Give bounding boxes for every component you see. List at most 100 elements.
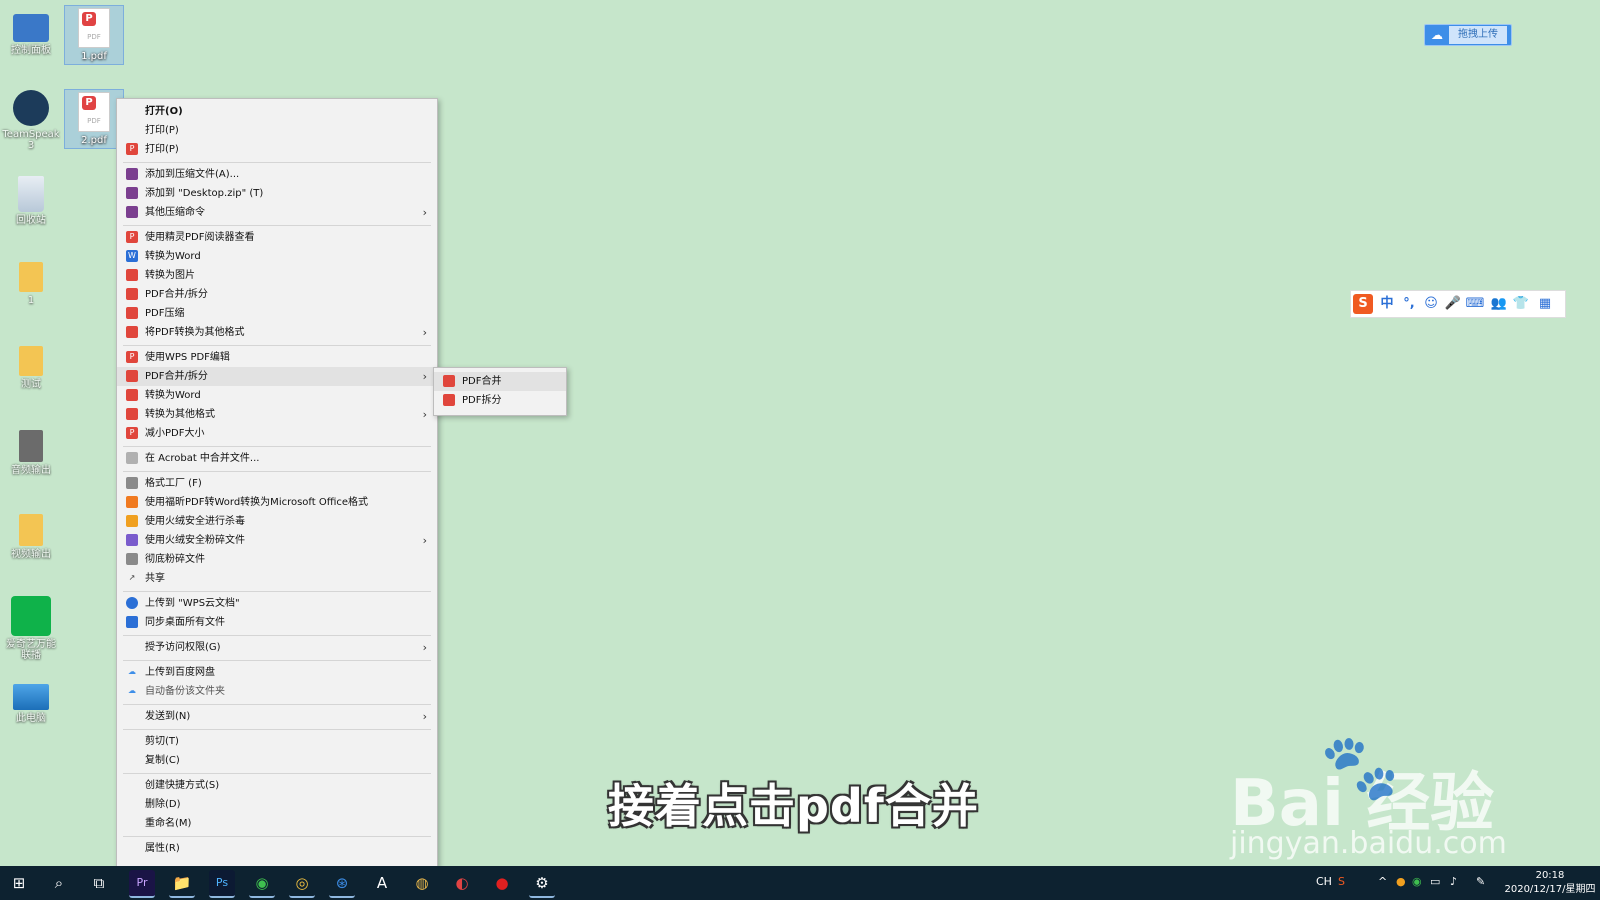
menu-item-sync-desktop[interactable]: 同步桌面所有文件 bbox=[117, 613, 437, 632]
menu-item-grant-access[interactable]: 授予访问权限(G) › bbox=[117, 638, 437, 657]
photoshop-icon[interactable]: Ps bbox=[209, 870, 235, 898]
menu-item-print-wps[interactable]: P 打印(P) bbox=[117, 140, 437, 159]
desktop-icon-2-pdf[interactable]: P PDF 2.pdf bbox=[64, 89, 124, 149]
shredder-icon bbox=[126, 534, 138, 546]
keyboard-icon[interactable]: ⌨ bbox=[1465, 294, 1485, 314]
menu-item-convert-word[interactable]: W 转换为Word bbox=[117, 247, 437, 266]
netease-music-icon[interactable]: ◐ bbox=[449, 870, 475, 896]
submenu-item-pdf-split[interactable]: PDF拆分 bbox=[434, 391, 566, 410]
winrar-icon bbox=[126, 168, 138, 180]
desktop-icon-folder-test[interactable]: 测试 bbox=[2, 346, 60, 390]
desktop-icon-iqiyi[interactable]: 爱奇艺万能联播 bbox=[2, 596, 60, 661]
search-icon[interactable]: ⌕ bbox=[46, 870, 72, 896]
menu-item-add-to-desktop-zip[interactable]: 添加到 "Desktop.zip" (T) bbox=[117, 184, 437, 203]
sogou-tray-icon[interactable]: S bbox=[1338, 875, 1345, 888]
chevron-right-icon: › bbox=[422, 326, 427, 339]
menu-item-print[interactable]: 打印(P) bbox=[117, 121, 437, 140]
tray-expand-icon[interactable]: ^ bbox=[1378, 875, 1387, 888]
submenu-item-pdf-merge[interactable]: PDF合并 bbox=[434, 372, 566, 391]
folder-icon bbox=[19, 262, 43, 292]
menu-item-create-shortcut[interactable]: 创建快捷方式(S) bbox=[117, 776, 437, 795]
menu-item-wps-pdf-merge-split[interactable]: PDF合并/拆分 › bbox=[117, 367, 437, 386]
desktop-icon-folder-1[interactable]: 1 bbox=[2, 262, 60, 306]
menu-item-auto-backup[interactable]: ☁ 自动备份该文件夹 bbox=[117, 682, 437, 701]
menu-item-convert-image[interactable]: 转换为图片 bbox=[117, 266, 437, 285]
submenu-pdf-merge-split: PDF合并 PDF拆分 bbox=[433, 367, 567, 416]
word-icon: W bbox=[126, 250, 138, 262]
menu-item-view-with-pdf-reader[interactable]: P 使用精灵PDF阅读器查看 bbox=[117, 228, 437, 247]
desktop-icon-label: 控制面板 bbox=[11, 45, 51, 56]
toolbox-icon[interactable]: ▦ bbox=[1535, 294, 1555, 314]
record-icon[interactable]: ● bbox=[489, 870, 515, 896]
browser-icon[interactable]: ◍ bbox=[409, 870, 435, 896]
menu-item-acrobat-combine[interactable]: 在 Acrobat 中合并文件... bbox=[117, 449, 437, 468]
system-clock[interactable]: 20:18 2020/12/17/星期四 bbox=[1500, 869, 1600, 897]
desktop-icon-label: 视频输出 bbox=[11, 549, 51, 560]
computer-icon bbox=[13, 684, 49, 710]
menu-item-pdf-compress[interactable]: PDF压缩 bbox=[117, 304, 437, 323]
menu-item-format-factory[interactable]: 格式工厂 (F) bbox=[117, 474, 437, 493]
desktop-icon-control-panel[interactable]: 控制面板 bbox=[2, 10, 60, 56]
menu-item-reduce-pdf-size[interactable]: P 减小PDF大小 bbox=[117, 424, 437, 443]
start-button-icon[interactable]: ⊞ bbox=[6, 870, 32, 896]
pen-icon[interactable]: ✎ bbox=[1476, 875, 1485, 888]
app-a-icon[interactable]: A bbox=[369, 870, 395, 896]
sogou-logo-icon[interactable]: S bbox=[1353, 294, 1373, 314]
tray-ime-indicator[interactable]: CH bbox=[1316, 875, 1332, 888]
chevron-right-icon: › bbox=[422, 408, 427, 421]
desktop-icon-label: TeamSpeak 3 bbox=[2, 129, 60, 151]
microphone-icon[interactable]: 🎤 bbox=[1443, 294, 1463, 314]
desktop-icon-folder-video[interactable]: 视频输出 bbox=[2, 514, 60, 560]
emoji-icon[interactable]: ☺ bbox=[1421, 294, 1441, 314]
clock-time: 20:18 bbox=[1535, 870, 1565, 881]
user-icon[interactable]: 👥 bbox=[1489, 294, 1509, 314]
menu-item-delete[interactable]: 删除(D) bbox=[117, 795, 437, 814]
menu-item-huorong-scan[interactable]: 使用火绒安全进行杀毒 bbox=[117, 512, 437, 531]
volume-icon[interactable]: ♪ bbox=[1450, 875, 1457, 888]
menu-item-upload-wps-cloud[interactable]: 上传到 "WPS云文档" bbox=[117, 594, 437, 613]
menu-item-rename[interactable]: 重命名(M) bbox=[117, 814, 437, 833]
desktop-icon-teamspeak[interactable]: TeamSpeak 3 bbox=[2, 90, 60, 151]
chrome-icon[interactable]: ◎ bbox=[289, 870, 315, 898]
menu-item-convert-other-format[interactable]: 将PDF转换为其他格式 › bbox=[117, 323, 437, 342]
menu-item-foxit-convert[interactable]: 使用福昕PDF转Word转换为Microsoft Office格式 bbox=[117, 493, 437, 512]
tray-app-icon[interactable]: ● bbox=[1396, 875, 1406, 888]
menu-item-wps-convert-word[interactable]: 转换为Word bbox=[117, 386, 437, 405]
task-view-icon[interactable]: ⧉ bbox=[86, 870, 112, 896]
baidu-netdisk-icon[interactable]: ⊛ bbox=[329, 870, 355, 898]
menu-item-share[interactable]: ↗ 共享 bbox=[117, 569, 437, 588]
menu-item-properties[interactable]: 属性(R) bbox=[117, 839, 437, 858]
wechat-tray-icon[interactable]: ◉ bbox=[1412, 875, 1422, 888]
menu-item-shred-file[interactable]: 彻底粉碎文件 bbox=[117, 550, 437, 569]
menu-item-upload-baidu[interactable]: ☁ 上传到百度网盘 bbox=[117, 663, 437, 682]
wechat-icon[interactable]: ◉ bbox=[249, 870, 275, 898]
ime-punctuation-icon[interactable]: °, bbox=[1399, 294, 1419, 314]
pdf-merge-icon bbox=[443, 375, 455, 387]
desktop-icon-1-pdf[interactable]: P PDF 1.pdf bbox=[64, 5, 124, 65]
sync-icon bbox=[126, 616, 138, 628]
menu-item-other-compress[interactable]: 其他压缩命令 › bbox=[117, 203, 437, 222]
pdf-file-icon: P PDF bbox=[78, 8, 110, 48]
menu-item-wps-convert-other[interactable]: 转换为其他格式 › bbox=[117, 405, 437, 424]
menu-item-open[interactable]: 打开(O) bbox=[117, 102, 437, 121]
menu-item-wps-pdf-edit[interactable]: P 使用WPS PDF编辑 bbox=[117, 348, 437, 367]
menu-item-copy[interactable]: 复制(C) bbox=[117, 751, 437, 770]
chevron-right-icon: › bbox=[422, 641, 427, 654]
menu-item-send-to[interactable]: 发送到(N) › bbox=[117, 707, 437, 726]
file-explorer-icon[interactable]: 📁 bbox=[169, 870, 195, 898]
skin-icon[interactable]: 👕 bbox=[1511, 294, 1531, 314]
menu-item-huorong-shred[interactable]: 使用火绒安全粉碎文件 › bbox=[117, 531, 437, 550]
cloud-upload-button[interactable]: ☁ 拖拽上传 bbox=[1424, 24, 1512, 46]
desktop-icon-this-pc[interactable]: 此电脑 bbox=[2, 684, 60, 724]
network-icon[interactable]: ▭ bbox=[1430, 875, 1440, 888]
menu-item-pdf-merge-split[interactable]: PDF合并/拆分 bbox=[117, 285, 437, 304]
premiere-icon[interactable]: Pr bbox=[129, 870, 155, 898]
desktop-icon-recycle-bin[interactable]: 回收站 bbox=[2, 176, 60, 226]
desktop-icon-label: 爱奇艺万能联播 bbox=[6, 639, 56, 661]
menu-item-cut[interactable]: 剪切(T) bbox=[117, 732, 437, 751]
ime-mode-chinese[interactable]: 中 bbox=[1377, 294, 1397, 314]
menu-item-add-to-archive[interactable]: 添加到压缩文件(A)... bbox=[117, 165, 437, 184]
desktop-icon-folder-audio[interactable]: 音频输出 bbox=[2, 430, 60, 476]
ime-toolbar[interactable]: S 中 °, ☺ 🎤 ⌨ 👥 👕 ▦ bbox=[1350, 290, 1566, 318]
settings-gear-icon[interactable]: ⚙ bbox=[529, 870, 555, 898]
